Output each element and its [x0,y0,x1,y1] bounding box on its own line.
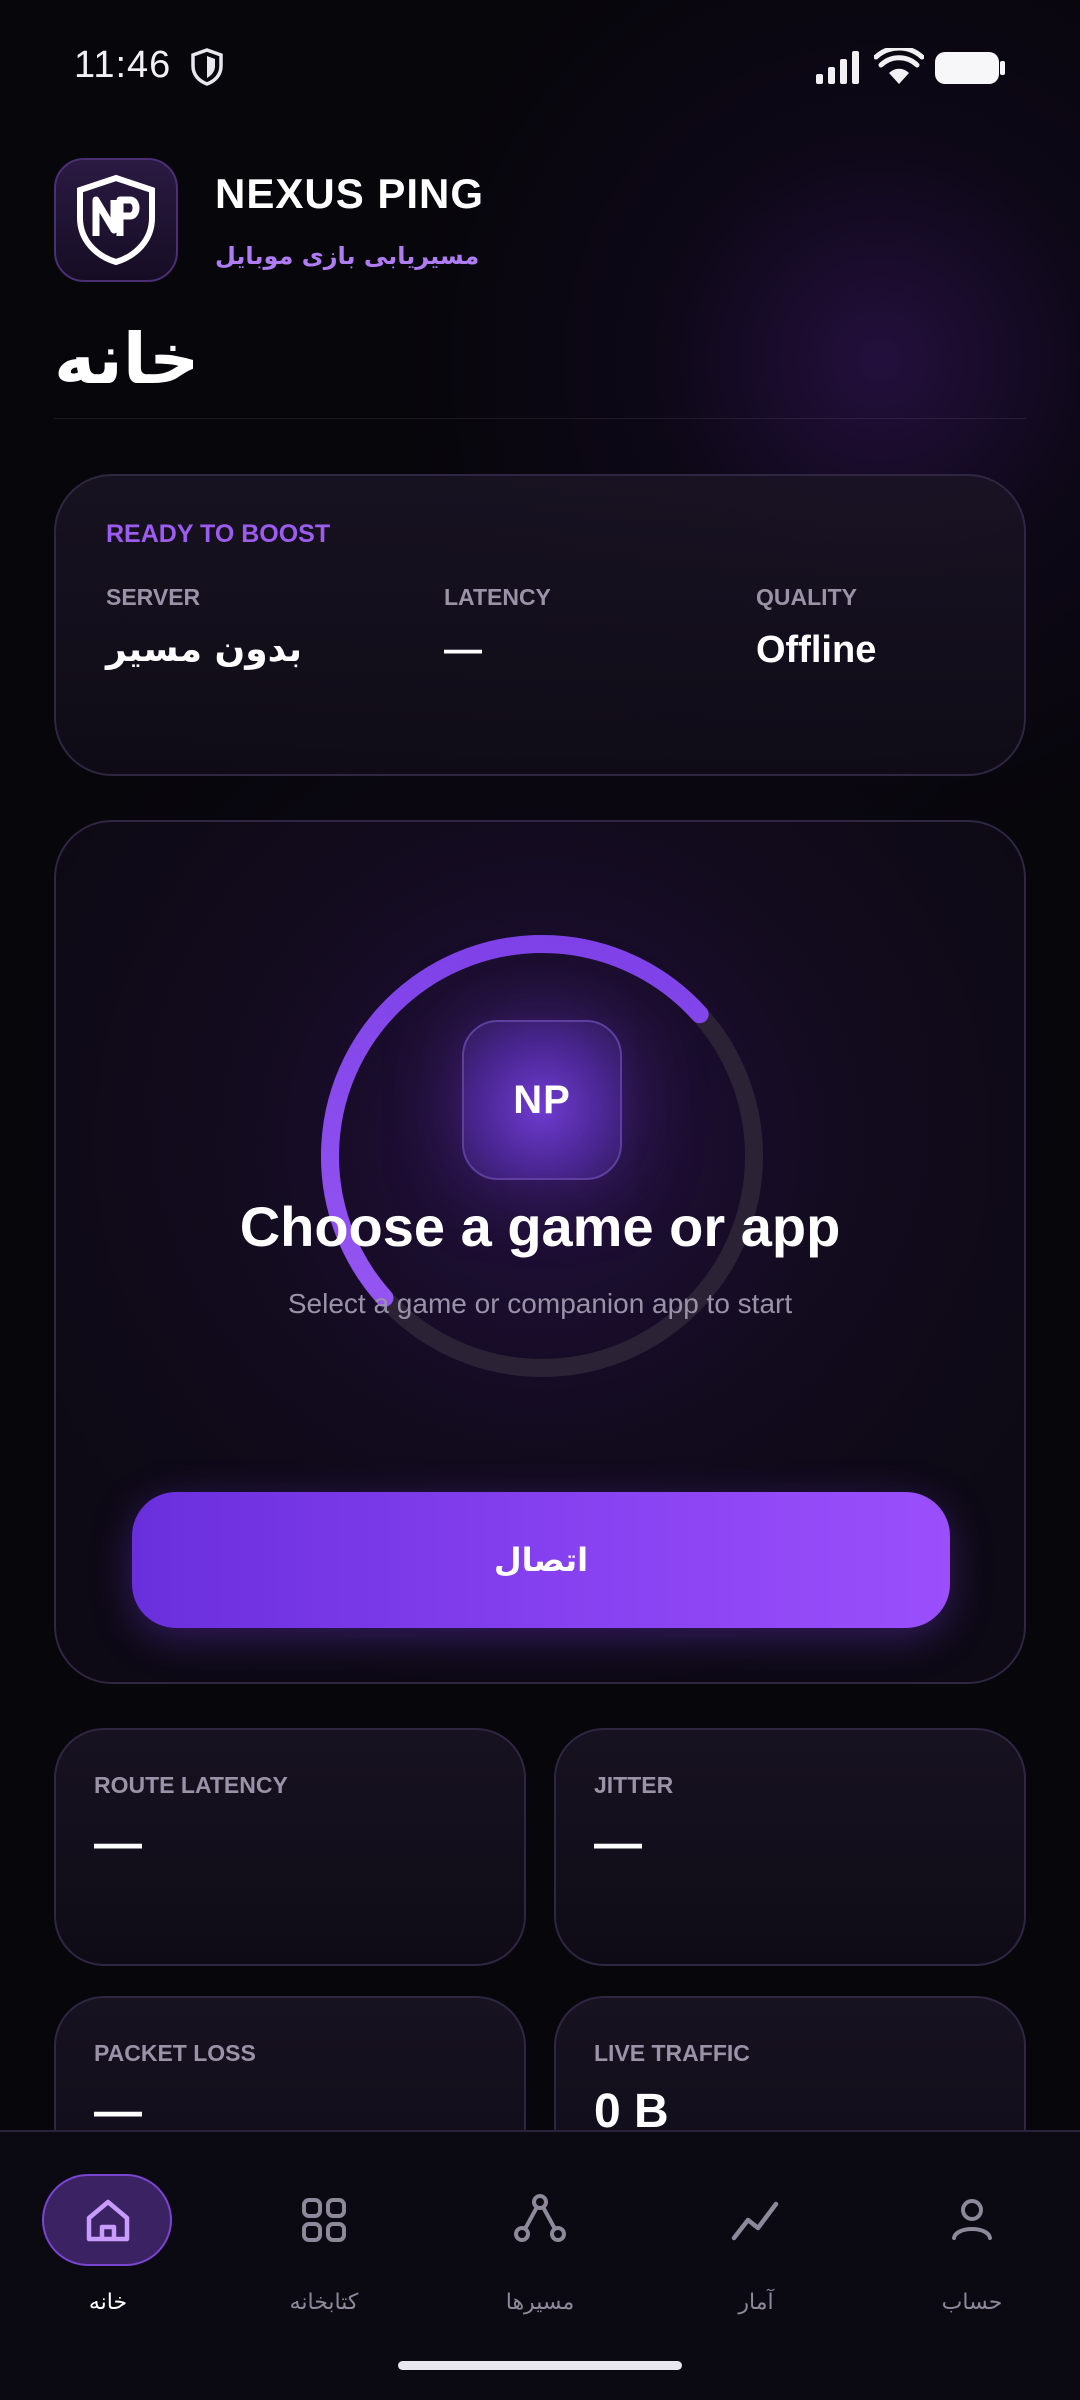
nav-label: کتابخانه [289,2290,359,2315]
latency-value: — [444,629,482,671]
latency-label: LATENCY [444,584,551,610]
metric-label: ROUTE LATENCY [94,1772,288,1798]
quality-stat: QUALITY Offline [756,584,876,672]
stats-icon [731,2201,779,2241]
np-logo-tile: NP [462,1020,622,1180]
choose-title: Choose a game or app [239,1195,841,1258]
metric-value: — [594,1817,642,1870]
boost-status-card: READY TO BOOST SERVER بدون مسیر LATENCY … [54,474,1026,776]
nav-label: حساب [941,2290,1003,2315]
server-value: بدون مسیر [106,629,302,670]
status-time: 11:46 [74,44,172,86]
jitter-card: JITTER — [554,1728,1026,1966]
nav-label: خانه [88,2290,128,2315]
connect-button-label: اتصال [493,1541,589,1579]
app-logo [54,158,178,282]
status-bar: 11:46 [0,0,1080,130]
home-icon [86,2199,130,2242]
wifi-icon [874,48,924,84]
np-logo-text: NP [513,1077,571,1122]
grid-icon [302,2198,346,2242]
server-label: SERVER [106,584,201,610]
ready-label: READY TO BOOST [106,520,331,548]
nav-item-account[interactable]: حساب [864,2152,1080,2342]
nav-item-home[interactable]: خانه [0,2152,216,2342]
brand-subtitle: مسیریابی بازی موبایل [215,242,480,270]
nav-label: آمار [738,2290,774,2315]
page-title: خانه [54,318,200,400]
quality-value: Offline [756,629,877,671]
connect-button[interactable]: اتصال [132,1492,950,1628]
routes-icon [514,2194,566,2242]
latency-stat: LATENCY — [444,584,551,672]
home-indicator[interactable] [398,2361,682,2370]
nav-item-stats[interactable]: آمار [648,2152,864,2342]
user-icon [952,2199,992,2240]
battery-icon [935,52,1005,84]
shield-icon [191,48,223,86]
brand-name: NEXUS PING [215,170,485,217]
signal-icon [816,51,859,84]
logo-shield-icon [77,174,155,266]
bottom-nav: خانه کتابخانه مسیرها آمار حساب [0,2130,1080,2400]
metric-label: PACKET LOSS [94,2040,256,2066]
nav-label: مسیرها [505,2290,575,2315]
connect-card: NP Choose a game or app Select a game or… [54,820,1026,1684]
metric-label: JITTER [594,1772,674,1798]
quality-label: QUALITY [756,584,857,610]
header-divider [54,418,1026,419]
choose-subtitle: Select a game or companion app to start [287,1288,793,1319]
route-latency-card: ROUTE LATENCY — [54,1728,526,1966]
metric-value: — [94,1817,142,1870]
server-stat: SERVER بدون مسیر [106,584,302,670]
nav-item-routes[interactable]: مسیرها [432,2152,648,2342]
nav-item-library[interactable]: کتابخانه [216,2152,432,2342]
metric-label: LIVE TRAFFIC [594,2040,750,2066]
